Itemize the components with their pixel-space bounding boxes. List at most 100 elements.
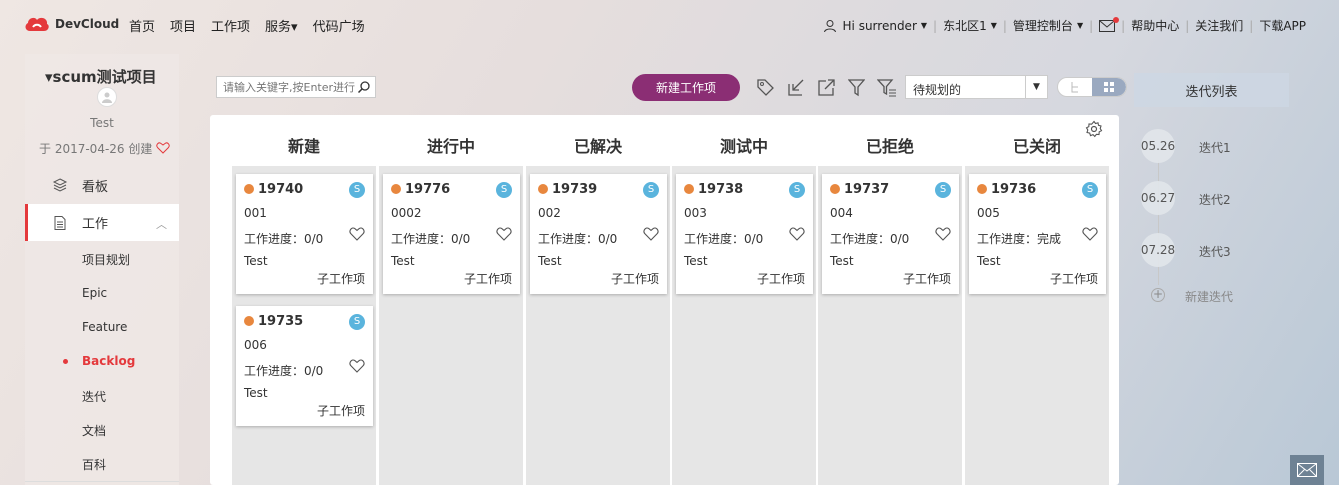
heart-icon[interactable] — [1082, 227, 1098, 241]
import-icon[interactable] — [787, 78, 806, 97]
card-name: 003 — [684, 206, 707, 220]
user-caret-icon[interactable]: ▼ — [921, 21, 927, 30]
work-item-card[interactable]: 19740 S 001 工作进度：0/0 Test 子工作项 — [236, 174, 373, 294]
card-owner: Test — [244, 254, 268, 268]
region-selector[interactable]: 东北区1 — [943, 17, 987, 34]
nav-projects[interactable]: 项目 — [170, 16, 196, 35]
nav-services[interactable]: 服务▾ — [265, 16, 298, 35]
card-id[interactable]: 19776 — [405, 182, 450, 197]
chevron-up-icon[interactable]: ︿ — [156, 216, 167, 232]
card-id[interactable]: 19735 — [258, 314, 303, 329]
tag-icon[interactable] — [756, 78, 775, 97]
add-iteration-icon[interactable]: + — [1151, 288, 1165, 302]
card-name: 002 — [538, 206, 561, 220]
filter-select[interactable]: 待规划的 ▼ — [905, 75, 1048, 99]
sub-work-item-link[interactable]: 子工作项 — [757, 270, 805, 287]
advanced-filter-icon[interactable] — [877, 78, 897, 97]
sub-work-item-link[interactable]: 子工作项 — [903, 270, 951, 287]
card-owner: Test — [684, 254, 708, 268]
dropdown-arrow-icon[interactable]: ▼ — [1025, 76, 1047, 98]
heart-icon[interactable] — [935, 227, 951, 241]
project-created-text: 于 2017-04-26 创建 — [39, 142, 153, 156]
card-id[interactable]: 19737 — [844, 182, 889, 197]
work-item-card[interactable]: 19736 S 005 工作进度：完成 Test 子工作项 — [969, 174, 1106, 294]
sidebar-sub-backlog[interactable]: Backlog — [82, 354, 135, 368]
heart-icon[interactable] — [789, 227, 805, 241]
favorite-heart-icon[interactable] — [156, 142, 170, 154]
iteration-name[interactable]: 迭代2 — [1199, 191, 1231, 208]
card-id[interactable]: 19738 — [698, 182, 743, 197]
user-greeting[interactable]: Hi surrender — [843, 19, 917, 33]
nav-work-items[interactable]: 工作项 — [211, 16, 250, 35]
sidebar-sub-feature[interactable]: Feature — [82, 320, 127, 334]
card-owner: Test — [977, 254, 1001, 268]
board-view-toggle[interactable] — [1092, 78, 1126, 96]
sidebar-item-label: 看板 — [82, 179, 109, 195]
new-iteration-link[interactable]: 新建迭代 — [1185, 288, 1233, 305]
sub-work-item-link[interactable]: 子工作项 — [464, 270, 512, 287]
nav-code-square[interactable]: 代码广场 — [313, 16, 365, 35]
project-title[interactable]: ▾scum测试项目 — [45, 66, 157, 87]
card-progress: 工作进度：0/0 — [244, 364, 324, 378]
board-column: 已拒绝 19737 S 004 工作进度：0/0 Test 子工作项 — [818, 115, 962, 485]
mail-icon[interactable] — [1099, 16, 1120, 32]
sub-work-item-link[interactable]: 子工作项 — [1050, 270, 1098, 287]
tree-list-icon — [1071, 82, 1078, 93]
sidebar-sub-wiki[interactable]: 百科 — [82, 456, 106, 473]
sidebar-sub-docs[interactable]: 文档 — [82, 422, 106, 439]
avatar[interactable] — [97, 87, 117, 107]
region-caret-icon[interactable]: ▼ — [991, 21, 997, 30]
iteration-date[interactable]: 07.28 — [1141, 233, 1175, 267]
card-owner: Test — [244, 386, 268, 400]
sidebar-sub-project-planning[interactable]: 项目规划 — [82, 251, 130, 268]
sub-work-item-link[interactable]: 子工作项 — [611, 270, 659, 287]
card-id[interactable]: 19739 — [552, 182, 597, 197]
console-menu[interactable]: 管理控制台 — [1013, 17, 1073, 34]
floating-feedback-button[interactable] — [1290, 455, 1324, 485]
heart-icon[interactable] — [349, 359, 365, 373]
card-owner: Test — [830, 254, 854, 268]
card-id[interactable]: 19736 — [991, 182, 1036, 197]
sidebar-sub-epic[interactable]: Epic — [82, 286, 107, 300]
logo[interactable]: DevCloud — [24, 15, 119, 33]
iteration-name[interactable]: 迭代1 — [1199, 139, 1231, 156]
status-dot — [244, 316, 254, 326]
export-icon[interactable] — [817, 78, 836, 97]
follow-us-link[interactable]: 关注我们 — [1195, 17, 1243, 34]
heart-icon[interactable] — [496, 227, 512, 241]
work-item-card[interactable]: 19737 S 004 工作进度：0/0 Test 子工作项 — [822, 174, 959, 294]
column-body: 19736 S 005 工作进度：完成 Test 子工作项 — [965, 166, 1109, 485]
work-item-card[interactable]: 19738 S 003 工作进度：0/0 Test 子工作项 — [676, 174, 813, 294]
sub-work-item-link[interactable]: 子工作项 — [317, 270, 365, 287]
kanban-board: 新建 19740 S 001 工作进度：0/0 Test 子工作项 19735 S 006 工作进度… — [210, 115, 1119, 485]
project-created: 于 2017-04-26 创建 — [39, 140, 170, 157]
sidebar-sub-iteration[interactable]: 迭代 — [82, 388, 106, 405]
console-caret-icon[interactable]: ▼ — [1077, 21, 1083, 30]
work-item-card[interactable]: 19739 S 002 工作进度：0/0 Test 子工作项 — [530, 174, 667, 294]
search-icon[interactable] — [357, 80, 371, 94]
search-input[interactable] — [217, 77, 355, 97]
nav-home[interactable]: 首页 — [129, 16, 155, 35]
sidebar-item-work[interactable]: 工作 ︿ — [25, 204, 179, 241]
download-app-link[interactable]: 下载APP — [1259, 17, 1306, 34]
status-dot — [244, 184, 254, 194]
filter-icon[interactable] — [848, 78, 865, 97]
help-center-link[interactable]: 帮助中心 — [1131, 17, 1179, 34]
iteration-name[interactable]: 迭代3 — [1199, 243, 1231, 260]
sidebar-item-kanban[interactable]: 看板 — [25, 172, 179, 198]
list-view-toggle[interactable] — [1058, 78, 1092, 96]
new-work-item-button[interactable]: 新建工作项 — [632, 74, 740, 101]
column-title: 新建 — [287, 137, 320, 156]
heart-icon[interactable] — [643, 227, 659, 241]
card-progress: 工作进度：0/0 — [830, 232, 910, 246]
top-navbar: DevCloud 首页 项目 工作项 服务▾ 代码广场 Hi surrender… — [0, 0, 1339, 50]
heart-icon[interactable] — [349, 227, 365, 241]
card-id[interactable]: 19740 — [258, 182, 303, 197]
sub-work-item-link[interactable]: 子工作项 — [317, 402, 365, 419]
iteration-date[interactable]: 05.26 — [1141, 129, 1175, 163]
iteration-list-header[interactable]: 迭代列表 — [1134, 73, 1289, 107]
work-item-card[interactable]: 19735 S 006 工作进度：0/0 Test 子工作项 — [236, 306, 373, 426]
work-item-card[interactable]: 19776 S 0002 工作进度：0/0 Test 子工作项 — [383, 174, 520, 294]
card-name: 0002 — [391, 206, 422, 220]
iteration-date[interactable]: 06.27 — [1141, 181, 1175, 215]
